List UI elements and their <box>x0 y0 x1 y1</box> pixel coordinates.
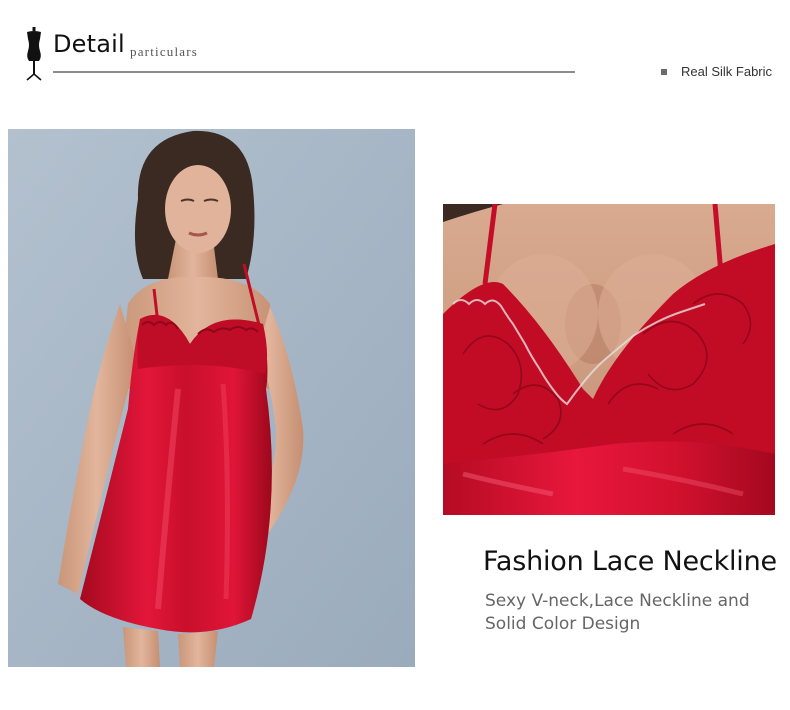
feature-label: Real Silk Fabric <box>681 64 773 79</box>
bullet-square-icon <box>661 69 667 75</box>
model-photo <box>8 129 415 667</box>
section-subtitle: particulars <box>130 44 199 59</box>
header-divider <box>53 71 575 73</box>
mannequin-icon <box>23 27 45 81</box>
feature-heading: Fashion Lace Neckline <box>483 546 777 577</box>
feature-description: Sexy V-neck,Lace Neckline and Solid Colo… <box>485 591 750 634</box>
neckline-detail-photo <box>443 204 775 515</box>
section-title: Detail <box>53 30 125 58</box>
